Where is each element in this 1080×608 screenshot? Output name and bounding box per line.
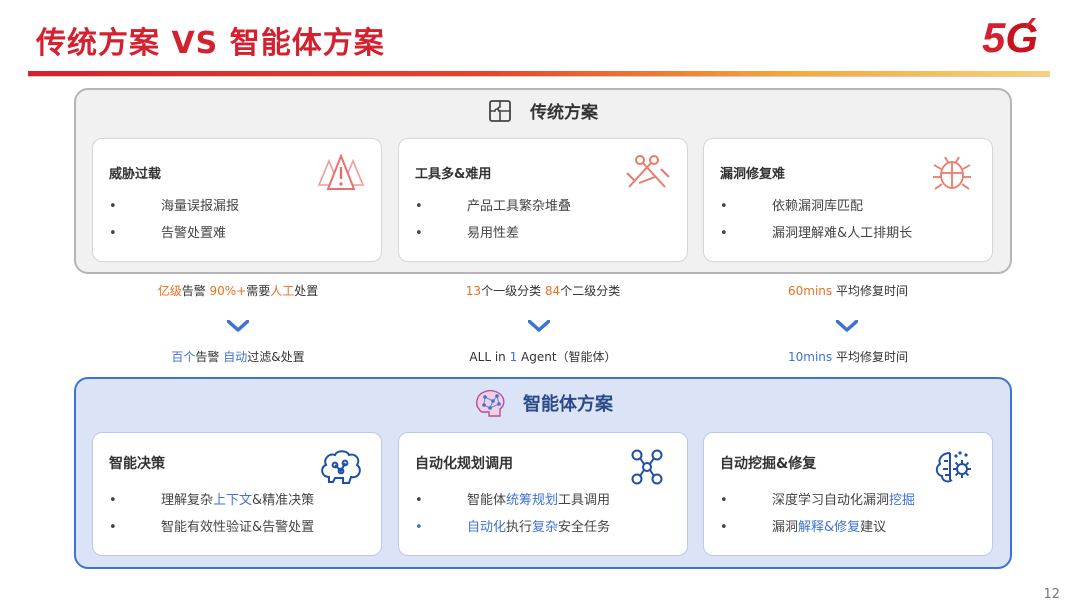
network-icon — [631, 449, 663, 485]
list-item: • 智能有效性验证&告警处置 — [109, 520, 315, 535]
card-list: • 深度学习自动化漏洞挖掘 • 漏洞解释&修复建议 — [720, 491, 980, 545]
list-item: • 智能体统筹规划工具调用 — [415, 493, 611, 508]
card-title: 威胁过载 — [109, 167, 162, 182]
card-auto-mining: 自动挖掘&修复 • 深度学习自动化漏洞挖掘 • 漏洞解释&修复建议 — [703, 432, 993, 556]
chevron-down-icon — [227, 320, 249, 332]
list-item: • 自动化执行复杂安全任务 — [415, 520, 611, 535]
list-item: • 产品工具繁杂堆叠 — [415, 199, 572, 214]
brain-gear-icon — [935, 451, 971, 483]
card-list: • 智能体统筹规划工具调用 • 自动化执行复杂安全任务 — [415, 491, 675, 545]
card-smart-decision: 智能决策 • 理解复杂上下文&精准决策 • 智能有效性验证&告警处置 — [92, 432, 382, 556]
puzzle-icon — [489, 99, 511, 122]
list-item: • 告警处置难 — [109, 226, 227, 241]
card-title: 自动化规划调用 — [415, 456, 513, 472]
page-title: 传统方案 VS 智能体方案 — [36, 26, 385, 61]
agent-header: 智能体方案 — [76, 387, 1010, 419]
card-title: 智能决策 — [109, 456, 165, 472]
list-item: • 漏洞理解难&人工排期长 — [720, 226, 913, 241]
brain-icon — [321, 450, 361, 484]
metric-before-1: 亿级告警 90%+需要人工处置 — [157, 284, 319, 298]
card-threat-overload: 威胁过载 • 海量误报漏报 • 告警处置难 — [92, 138, 382, 262]
traditional-panel: 传统方案 威胁过载 • 海量误报漏报 • 告警处置难 工具多&难用 • 产品工具繁杂堆… — [74, 88, 1012, 274]
list-item: • 理解复杂上下文&精准决策 — [109, 493, 315, 508]
warning-triangles-icon — [317, 153, 365, 190]
traditional-header: 传统方案 — [76, 98, 1010, 123]
5g-logo: 5G — [982, 14, 1039, 61]
metric-before-2: 13个一级分类 84个二级分类 — [465, 284, 621, 298]
logo-accent-mark — [1024, 18, 1036, 28]
metric-after-2: ALL in 1 Agent（智能体） — [469, 350, 617, 364]
chevron-down-icon — [836, 320, 858, 332]
card-tools-complex: 工具多&难用 • 产品工具繁杂堆叠 • 易用性差 — [398, 138, 688, 262]
card-title: 漏洞修复难 — [720, 167, 786, 182]
traditional-title: 传统方案 — [530, 103, 598, 123]
metric-after-1: 百个告警 自动过滤&处置 — [171, 350, 305, 364]
bug-icon — [933, 156, 971, 190]
card-title: 自动挖掘&修复 — [720, 456, 817, 472]
list-item: • 海量误报漏报 — [109, 199, 240, 214]
agent-panel: 智能体方案 智能决策 • 理解复杂上下文&精准决策 • 智能有效性验证&告警处置 自… — [74, 377, 1012, 569]
list-item: • 深度学习自动化漏洞挖掘 — [720, 493, 916, 508]
card-auto-planning: 自动化规划调用 • 智能体统筹规划工具调用 • 自动化执行复杂安全任务 — [398, 432, 688, 556]
list-item: • 依赖漏洞库匹配 — [720, 199, 864, 214]
page-number: 12 — [1043, 587, 1060, 602]
card-list: • 海量误报漏报 • 告警处置难 — [109, 197, 369, 251]
card-title: 工具多&难用 — [415, 167, 492, 182]
card-list: • 产品工具繁杂堆叠 • 易用性差 — [415, 197, 675, 251]
metric-before-3: 60mins 平均修复时间 — [788, 284, 908, 298]
list-item: • 漏洞解释&修复建议 — [720, 520, 887, 535]
card-list: • 依赖漏洞库匹配 • 漏洞理解难&人工排期长 — [720, 197, 980, 251]
list-item: • 易用性差 — [415, 226, 520, 241]
header-gradient-divider — [28, 71, 1050, 77]
card-vuln-repair: 漏洞修复难 • 依赖漏洞库匹配 • 漏洞理解难&人工排期长 — [703, 138, 993, 262]
agent-title: 智能体方案 — [523, 394, 613, 415]
tools-icon — [626, 155, 670, 188]
metric-after-3: 10mins 平均修复时间 — [788, 350, 908, 364]
neural-head-icon — [476, 389, 505, 417]
chevron-down-icon — [528, 320, 550, 332]
card-list: • 理解复杂上下文&精准决策 • 智能有效性验证&告警处置 — [109, 491, 369, 545]
